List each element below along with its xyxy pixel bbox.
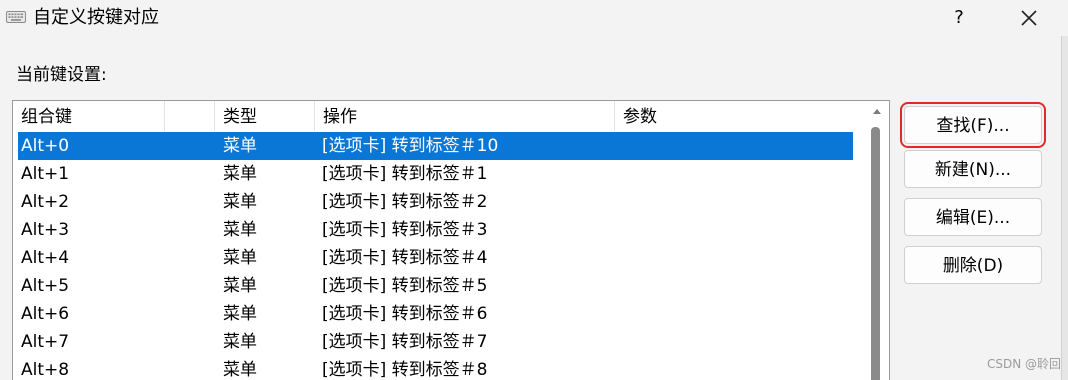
watermark-text: CSDN @聆回 (987, 357, 1062, 371)
row-key: Alt+1 (21, 164, 70, 184)
current-keys-label: 当前键设置: (16, 65, 107, 85)
row-action: [选项卡] 转到标签＃7 (322, 332, 488, 352)
scroll-up-arrow-icon[interactable] (873, 109, 881, 114)
row-action: [选项卡] 转到标签＃4 (322, 248, 488, 268)
row-action: [选项卡] 转到标签＃6 (322, 304, 488, 324)
row-key: Alt+0 (21, 136, 70, 156)
row-action: [选项卡] 转到标签＃10 (322, 136, 499, 156)
table-row[interactable]: Alt+2 菜单 [选项卡] 转到标签＃2 (18, 188, 853, 216)
column-header-param[interactable]: 参数 (615, 101, 863, 131)
row-type: 菜单 (223, 332, 257, 352)
table-row[interactable]: Alt+0 菜单 [选项卡] 转到标签＃10 (18, 132, 853, 160)
row-type: 菜单 (223, 192, 257, 212)
window-title: 自定义按键对应 (33, 7, 159, 28)
row-type: 菜单 (223, 136, 257, 156)
table-row[interactable]: Alt+6 菜单 [选项卡] 转到标签＃6 (18, 300, 853, 328)
column-header-type[interactable]: 类型 (215, 101, 315, 131)
key-mapping-dialog: 自定义按键对应 ? 当前键设置: 组合键 类型 操作 参数 Alt+0 菜单 [… (0, 0, 1068, 380)
close-button[interactable] (1014, 4, 1044, 32)
row-key: Alt+3 (21, 220, 70, 240)
row-type: 菜单 (223, 248, 257, 268)
row-type: 菜单 (223, 360, 257, 380)
scroll-thumb[interactable] (871, 127, 880, 380)
new-button[interactable]: 新建(N)... (904, 150, 1042, 188)
row-key: Alt+7 (21, 332, 70, 352)
row-action: [选项卡] 转到标签＃3 (322, 220, 488, 240)
row-type: 菜单 (223, 276, 257, 296)
column-header-spacer (165, 101, 215, 131)
row-key: Alt+2 (21, 192, 70, 212)
find-button[interactable]: 查找(F)... (900, 102, 1046, 148)
title-bar: 自定义按键对应 ? (0, 0, 1068, 36)
key-list[interactable]: 组合键 类型 操作 参数 Alt+0 菜单 [选项卡] 转到标签＃10 Alt+… (12, 100, 890, 380)
row-key: Alt+6 (21, 304, 70, 324)
row-action: [选项卡] 转到标签＃5 (322, 276, 488, 296)
row-action: [选项卡] 转到标签＃1 (322, 164, 488, 184)
row-action: [选项卡] 转到标签＃2 (322, 192, 488, 212)
table-row[interactable]: Alt+4 菜单 [选项卡] 转到标签＃4 (18, 244, 853, 272)
vertical-scrollbar[interactable] (865, 101, 887, 380)
edit-button[interactable]: 编辑(E)... (904, 198, 1042, 236)
row-key: Alt+5 (21, 276, 70, 296)
list-header: 组合键 类型 操作 参数 (13, 101, 863, 131)
column-header-key[interactable]: 组合键 (13, 101, 165, 131)
row-key: Alt+4 (21, 248, 70, 268)
keyboard-icon (6, 11, 26, 23)
table-row[interactable]: Alt+3 菜单 [选项卡] 转到标签＃3 (18, 216, 853, 244)
row-type: 菜单 (223, 220, 257, 240)
delete-button[interactable]: 删除(D) (904, 246, 1042, 284)
window-edge (1061, 36, 1068, 380)
row-action: [选项卡] 转到标签＃8 (322, 360, 488, 380)
column-header-action[interactable]: 操作 (315, 101, 615, 131)
row-type: 菜单 (223, 304, 257, 324)
close-icon (1021, 10, 1037, 26)
table-row[interactable]: Alt+8 菜单 [选项卡] 转到标签＃8 (18, 356, 853, 380)
table-row[interactable]: Alt+5 菜单 [选项卡] 转到标签＃5 (18, 272, 853, 300)
table-row[interactable]: Alt+1 菜单 [选项卡] 转到标签＃1 (18, 160, 853, 188)
row-type: 菜单 (223, 164, 257, 184)
table-row[interactable]: Alt+7 菜单 [选项卡] 转到标签＃7 (18, 328, 853, 356)
row-key: Alt+8 (21, 360, 70, 380)
help-button[interactable]: ? (944, 4, 974, 32)
